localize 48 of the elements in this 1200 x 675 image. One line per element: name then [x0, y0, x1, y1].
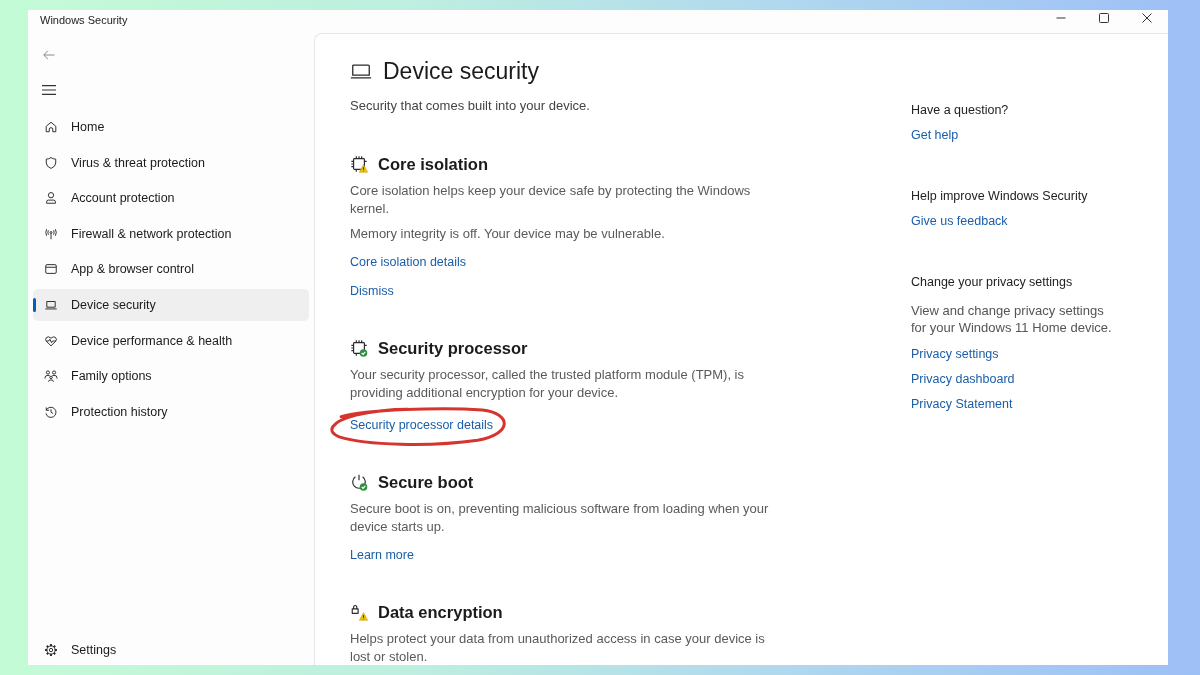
menu-icon[interactable] — [42, 85, 56, 95]
antenna-icon — [44, 226, 58, 241]
sidebar-item[interactable]: Device performance & health — [33, 324, 309, 357]
maximize-icon[interactable] — [1099, 13, 1109, 23]
section-description: Your security processor, called the trusted platform module (TPM), is providing additional encryption for your device. — [350, 366, 745, 402]
section-link[interactable]: Dismiss — [350, 282, 394, 300]
history-icon — [44, 404, 58, 419]
section-description: Memory integrity is off. Your device may be vulnerable. — [350, 225, 666, 243]
shield-icon — [44, 155, 58, 170]
aside-link[interactable]: Privacy dashboard — [911, 370, 1015, 388]
window-icon — [44, 262, 58, 277]
sidebar-item[interactable]: App & browser control — [33, 253, 309, 286]
sidebar-item[interactable]: Protection history — [33, 395, 309, 428]
sidebar-item[interactable]: Account protection — [33, 182, 309, 215]
sidebar-item[interactable]: Family options — [33, 360, 309, 393]
people-icon — [44, 369, 58, 384]
aside-link[interactable]: Get help — [911, 126, 959, 144]
section-heading: Data encryption — [378, 602, 503, 623]
page-title: Device security — [383, 57, 539, 86]
sidebar-item[interactable]: Firewall & network protection — [33, 217, 309, 250]
aside-link[interactable]: Privacy Statement — [911, 395, 1013, 413]
section-link[interactable]: Learn more — [350, 546, 414, 564]
section-description: Core isolation helps keep your device safe by protecting the Windows kernel. — [350, 182, 752, 218]
page-subtitle: Security that comes built into your device. — [350, 97, 591, 115]
section-link[interactable]: Security processor details — [350, 416, 494, 434]
aside-description: View and change privacy settings for your Windows 11 Home device. — [911, 302, 1113, 336]
aside-link[interactable]: Give us feedback — [911, 212, 1008, 230]
section-heading: Core isolation — [378, 154, 488, 175]
sidebar-item[interactable]: Home — [33, 111, 309, 143]
person-icon — [44, 191, 58, 206]
close-icon[interactable] — [1142, 13, 1152, 23]
sidebar-item[interactable]: Device security — [33, 288, 309, 321]
aside-heading: Change your privacy settings — [911, 274, 1073, 291]
settings-icon — [44, 643, 58, 657]
laptop-icon — [350, 62, 372, 80]
aside-heading: Help improve Windows Security — [911, 188, 1088, 205]
sidebar-item[interactable]: Virus & threat protection — [33, 146, 309, 179]
section-heading: Secure boot — [378, 472, 474, 493]
heart-pulse-icon — [44, 333, 58, 348]
window-title: Windows Security — [40, 13, 128, 27]
aside-link[interactable]: Privacy settings — [911, 345, 999, 363]
section-heading: Security processor — [378, 338, 528, 359]
section-description: Helps protect your data from unauthorized access in case your device is lost or stolen. — [350, 630, 766, 666]
aside-heading: Have a question? — [911, 102, 1009, 119]
section-description: Secure boot is on, preventing malicious software from loading when your device starts up. — [350, 500, 770, 536]
section-link[interactable]: Core isolation details — [350, 253, 467, 271]
settings-button[interactable]: Settings — [33, 636, 309, 664]
home-icon — [44, 120, 58, 134]
